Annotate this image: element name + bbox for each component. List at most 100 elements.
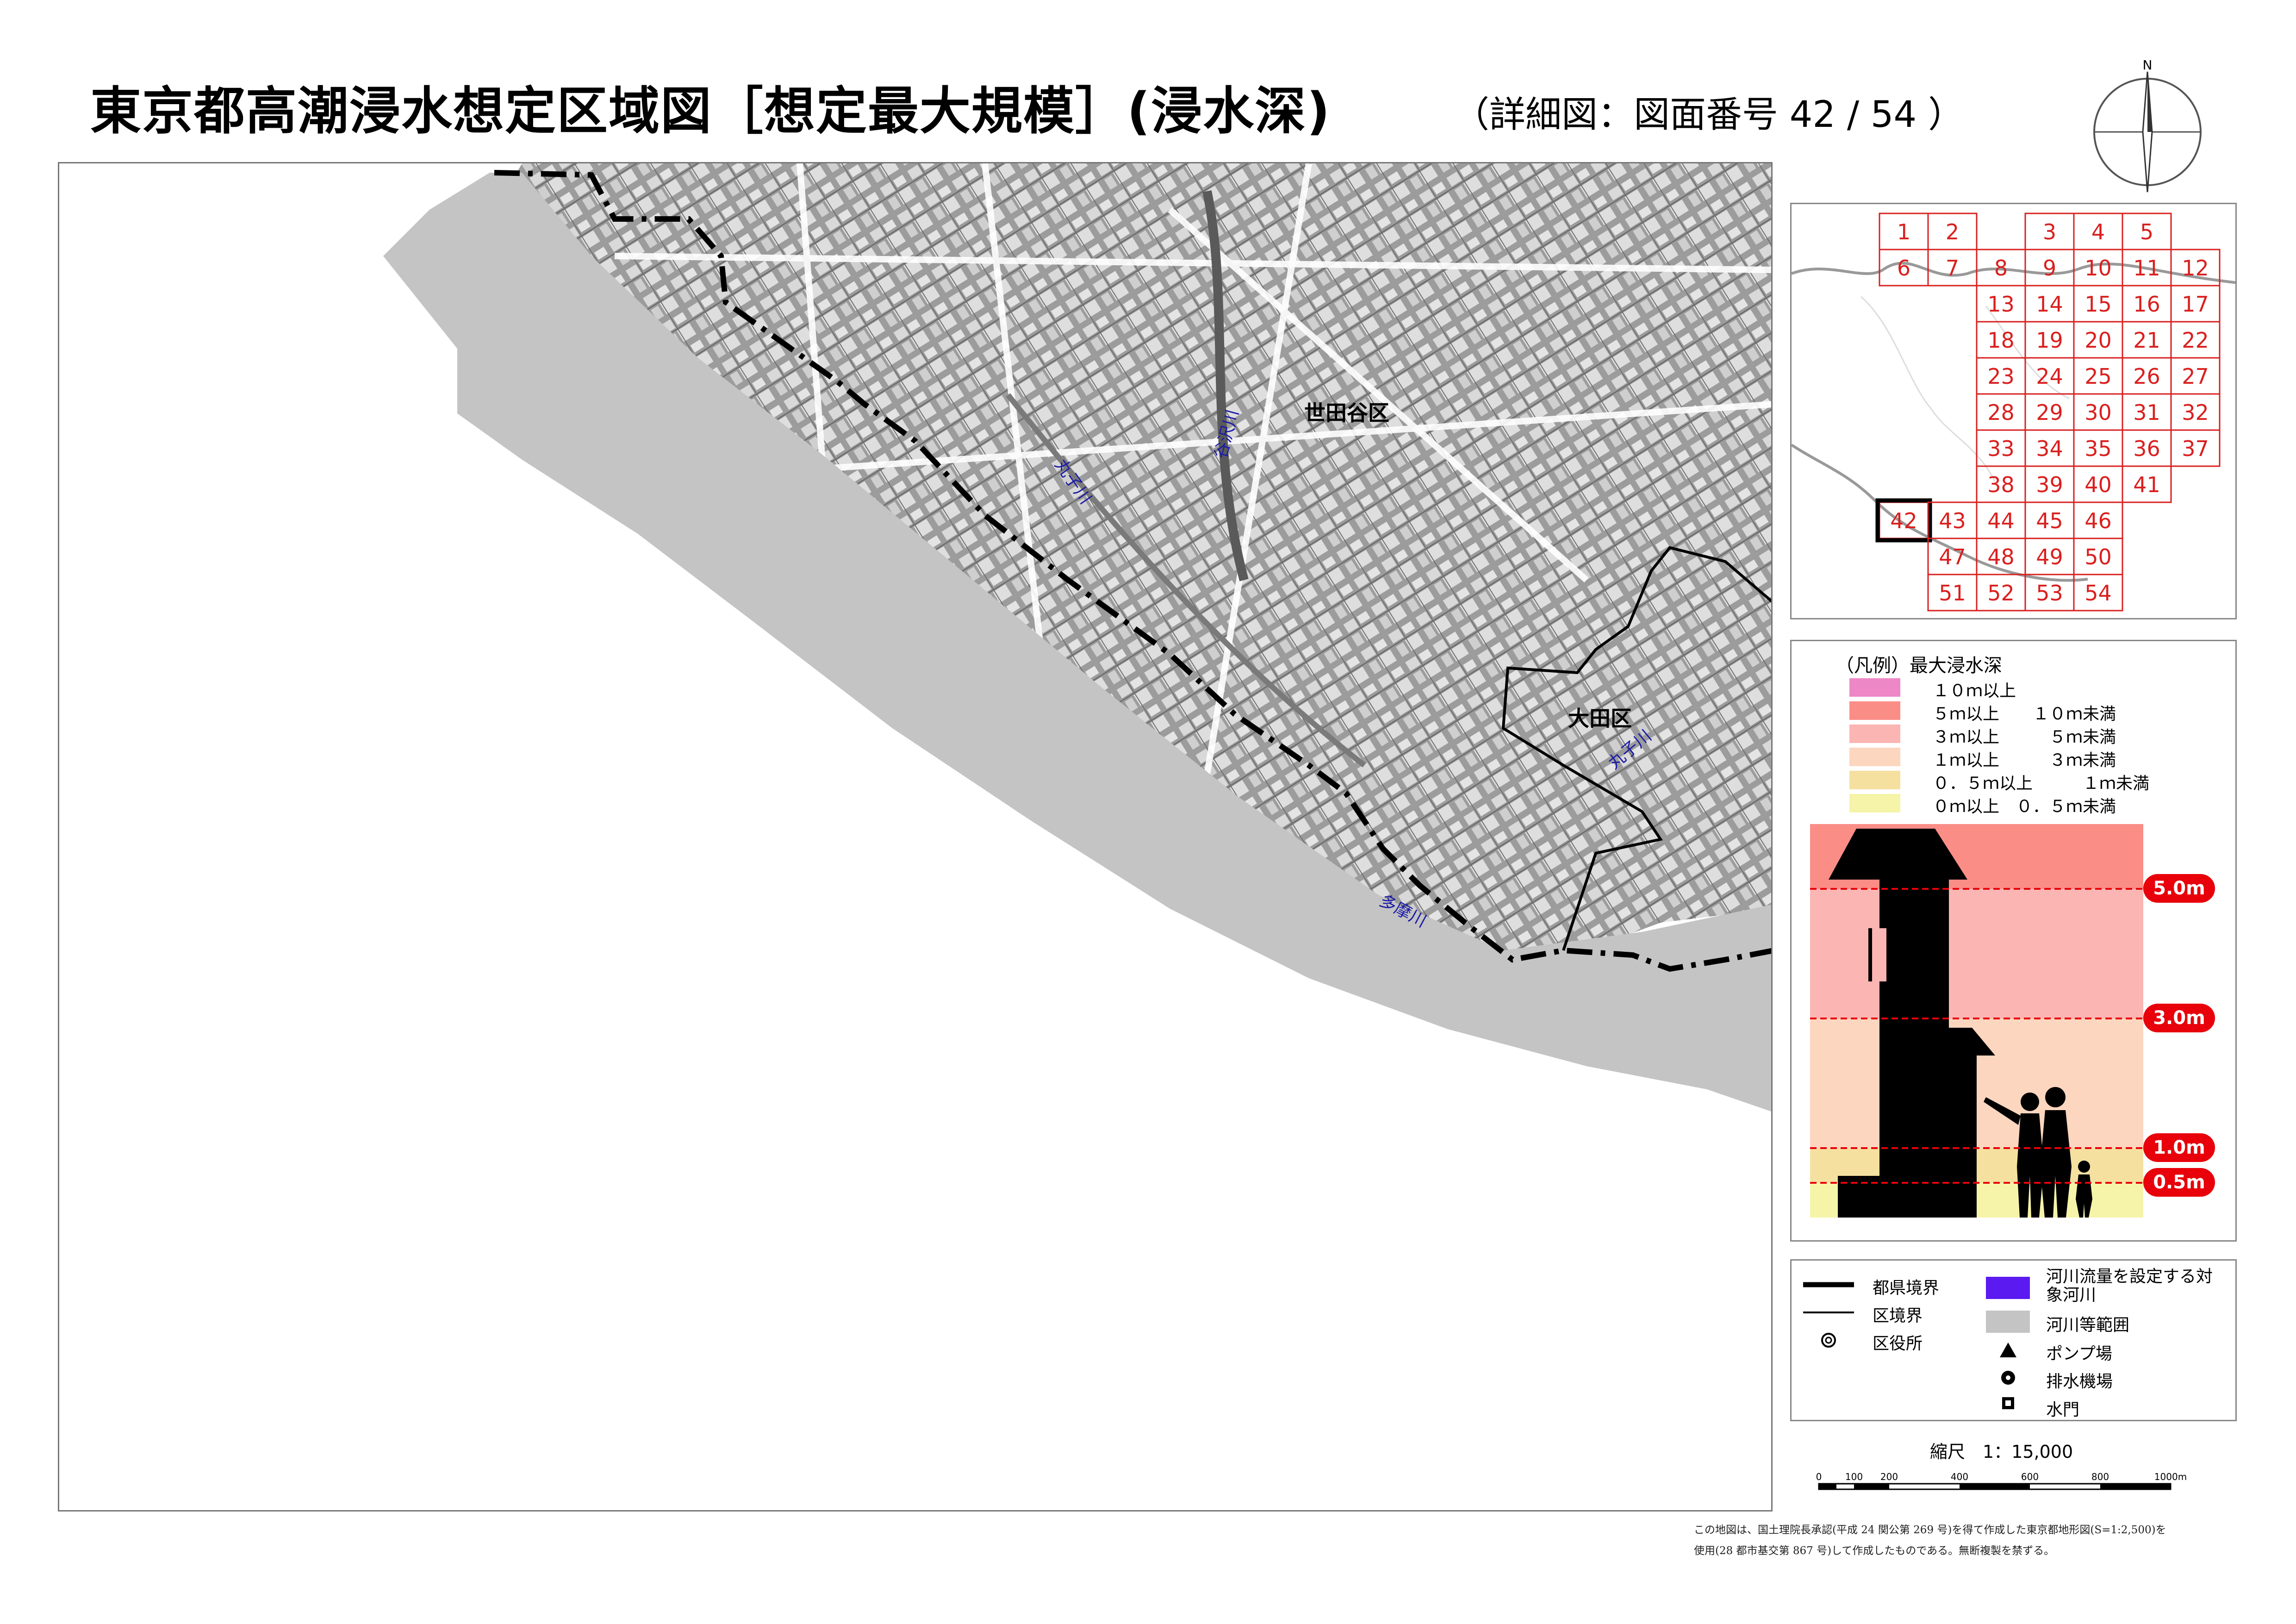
index-sheet-label: 35 <box>2084 436 2112 461</box>
map-canvas: 世田谷区 大田区 谷沢川 丸子川 丸子川 多摩川 <box>383 163 1771 1112</box>
index-sheet-label: 14 <box>2036 292 2063 317</box>
index-sheet-label: 20 <box>2084 328 2112 353</box>
index-sheet-label: 36 <box>2133 436 2160 461</box>
depth-swatch <box>1849 794 1900 812</box>
index-sheet-label: 48 <box>1987 544 2015 569</box>
river-area-label: 河川等範囲 <box>2046 1316 2130 1335</box>
index-sheet-label: 15 <box>2084 292 2112 317</box>
index-sheet-label: 29 <box>2036 400 2063 425</box>
north-arrow-icon: N <box>2093 57 2202 193</box>
north-arrow: N <box>2092 51 2203 199</box>
index-sheet-label: 51 <box>1939 581 1966 606</box>
scale-tick: 100 <box>1845 1471 1863 1482</box>
credit-line-2: 使用(28 都市基交第 867 号)して作成したものである。無断複製を禁ずる。 <box>1694 1545 2055 1557</box>
index-sheet-label: 9 <box>2043 256 2056 281</box>
sheet-number-subtitle: （詳細図：図面番号 42 / 54 ） <box>1453 94 1964 136</box>
index-sheet-label: 30 <box>2084 400 2112 425</box>
index-sheet-label: 27 <box>2182 364 2209 389</box>
north-label: N <box>2143 57 2153 73</box>
depth-badge-1m: 1.0m <box>2143 1133 2215 1162</box>
index-sheet-label: 1 <box>1897 219 1910 244</box>
sluice-gate-label: 水門 <box>2046 1400 2080 1419</box>
symbol-legend: 都県境界 区境界 区役所 河川流量を設定する対象河川 河川等範囲 ポンプ場 排水… <box>1790 1259 2237 1421</box>
index-sheet-label: 28 <box>1987 400 2015 425</box>
pump-station-icon <box>2000 1343 2016 1357</box>
index-sheet-label: 4 <box>2091 219 2105 244</box>
index-sheet-label: 43 <box>1939 508 1966 533</box>
index-sheet-label: 3 <box>2043 219 2056 244</box>
index-sheet-label: 22 <box>2182 328 2209 353</box>
index-sheet-label: 5 <box>2140 219 2153 244</box>
depth-swatch <box>1849 771 1900 789</box>
ward-label-ota: 大田区 <box>1568 706 1632 731</box>
index-sheet-label: 50 <box>2084 544 2112 569</box>
index-sheet-label: 37 <box>2182 436 2209 461</box>
depth-swatch <box>1849 725 1900 743</box>
index-sheet-label: 46 <box>2084 508 2112 533</box>
depth-class-row: １ｍ以上 ３ｍ未満 <box>1849 748 2220 770</box>
index-sheet-label: 12 <box>2182 256 2209 281</box>
depth-class-label: １０ｍ以上 <box>1933 681 2016 700</box>
pref-boundary-label: 都県境界 <box>1873 1279 1940 1298</box>
depth-badge-05m: 0.5m <box>2143 1168 2215 1197</box>
depth-badge-3m: 3.0m <box>2143 1004 2215 1032</box>
depth-class-row: ０．５ｍ以上 １ｍ未満 <box>1849 771 2220 793</box>
index-sheet-label: 44 <box>1987 508 2015 533</box>
index-sheet-label: 26 <box>2133 364 2160 389</box>
index-sheet-label: 34 <box>2036 436 2063 461</box>
scale-tick: 800 <box>2091 1471 2109 1482</box>
depth-swatch <box>1849 748 1900 766</box>
ward-boundary-label: 区境界 <box>1873 1306 1923 1325</box>
index-sheet-label: 7 <box>1946 256 1959 281</box>
boundary-line-samples <box>1803 1282 1854 1348</box>
index-sheet-label: 11 <box>2133 256 2160 281</box>
index-sheet-label: 10 <box>2084 256 2112 281</box>
index-sheet-label: 21 <box>2133 328 2160 353</box>
index-sheet-label: 31 <box>2133 400 2160 425</box>
depth-legend: （凡例）最大浸水深 １０ｍ以上 ５ｍ以上 １０ｍ未満 ３ｍ以上 ５ｍ未満 １ｍ以… <box>1790 640 2237 1242</box>
ward-office-label: 区役所 <box>1873 1334 1923 1353</box>
index-grid: 1 2 3 4 56 7 8 9 10 11 1213 14 15 16 1718 19 20 21 2223 24 2… <box>1792 212 2235 612</box>
index-sheet-label: 45 <box>2036 508 2063 533</box>
scale-tick: 200 <box>1880 1471 1898 1482</box>
ward-label-setagaya: 世田谷区 <box>1304 400 1389 425</box>
depth-legend-title: （凡例）最大浸水深 <box>1836 655 2002 676</box>
depth-class-label: １ｍ以上 ３ｍ未満 <box>1933 751 2116 770</box>
index-sheet-label: 25 <box>2084 364 2112 389</box>
index-sheet-label: 52 <box>1987 581 2015 606</box>
index-sheet-label: 13 <box>1987 292 2015 317</box>
index-sheet-label: 41 <box>2133 472 2160 497</box>
scale-bar: 0 100 200 400 600 800 1000m <box>1816 1471 2187 1490</box>
index-sheet-label: 19 <box>2036 328 2063 353</box>
scale-label: 縮尺 1：15,000 <box>1930 1442 2073 1462</box>
index-sheet-label: 39 <box>2036 472 2063 497</box>
depth-class-row: ０ｍ以上 ０．５ｍ未満 <box>1849 794 2220 816</box>
index-sheet-label: 47 <box>1939 544 1966 569</box>
index-sheet-label: 16 <box>2133 292 2160 317</box>
depth-class-row: ５ｍ以上 １０ｍ未満 <box>1849 701 2220 724</box>
index-sheet-label: 6 <box>1897 256 1910 281</box>
facility-icons <box>2000 1343 2016 1409</box>
index-sheet-label: 24 <box>2036 364 2063 389</box>
depth-class-label: ０ｍ以上 ０．５ｍ未満 <box>1933 797 2116 816</box>
depth-swatch <box>1849 701 1900 720</box>
index-sheet-label: 40 <box>2084 472 2112 497</box>
index-sheet-label: 23 <box>1987 364 2015 389</box>
scale-tick: 1000m <box>2154 1471 2187 1482</box>
scale-tick: 0 <box>1816 1471 1822 1482</box>
index-sheet-label: 8 <box>1994 256 2008 281</box>
depth-class-label: ５ｍ以上 １０ｍ未満 <box>1933 705 2116 724</box>
depth-class-row: １０ｍ以上 <box>1849 678 2220 700</box>
index-sheet-label: 42 <box>1890 508 1917 533</box>
index-map[interactable]: 1 2 3 4 5 6 7 8 9 10 11 12 13 14 15 16 17 18 19 20 21 22 23 24 2… <box>1790 203 2237 619</box>
ward-office-icon <box>1821 1333 1836 1348</box>
index-sheet-label: 32 <box>2182 400 2209 425</box>
depth-swatch <box>1849 678 1900 697</box>
depth-class-label: ３ｍ以上 ５ｍ未満 <box>1933 728 2116 747</box>
index-sheet-label: 53 <box>2036 581 2063 606</box>
target-river-label: 河川流量を設定する対象河川 <box>2046 1267 2213 1305</box>
index-sheet-label: 33 <box>1987 436 2015 461</box>
index-sheet-label: 17 <box>2182 292 2209 317</box>
main-map[interactable]: 世田谷区 大田区 谷沢川 丸子川 丸子川 多摩川 <box>58 162 1773 1512</box>
depth-illustration <box>1810 824 2143 1218</box>
